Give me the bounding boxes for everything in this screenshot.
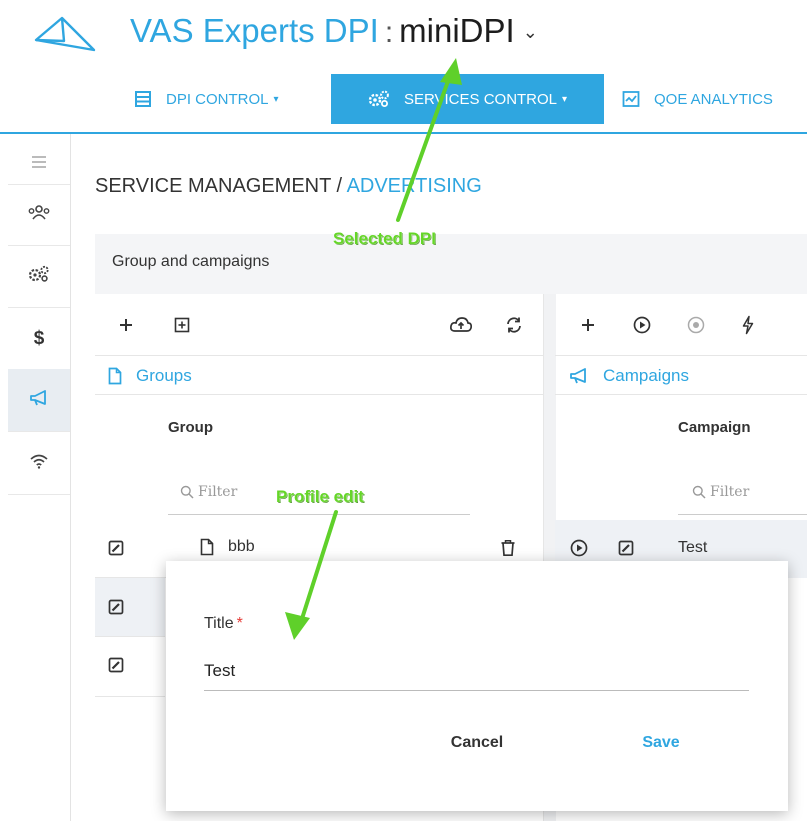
groups-label-text: Groups (136, 366, 192, 385)
selected-dpi-name[interactable]: miniDPI (399, 12, 515, 49)
chart-icon (622, 90, 640, 108)
add-campaign-icon[interactable] (576, 313, 600, 337)
file-icon (108, 367, 122, 385)
menu-icon[interactable] (8, 140, 70, 184)
campaign-name[interactable]: Test (678, 539, 707, 557)
title-field-label: Title * (204, 615, 243, 633)
annotation-profile-edit: Profile edit (276, 487, 364, 506)
divider (95, 636, 165, 637)
caret-down-icon: ▾ (562, 93, 568, 105)
groups-section-label: Groups (108, 366, 192, 386)
edit-icon[interactable] (104, 595, 128, 619)
edit-icon[interactable] (104, 653, 128, 677)
filter-underline (678, 514, 807, 515)
gears-icon (28, 265, 50, 288)
title-input[interactable] (204, 652, 749, 691)
file-icon (200, 538, 214, 556)
top-nav: DPI CONTROL ▾ SERVICES CONTROL ▾ QOE ANA… (0, 74, 807, 126)
dollar-icon: $ (33, 328, 45, 349)
chevron-down-icon[interactable]: ⌄ (523, 22, 538, 43)
server-icon (134, 90, 152, 108)
caret-down-icon: ▾ (273, 93, 279, 105)
nav-qoe-analytics[interactable]: QOE ANALYTICS (622, 74, 773, 124)
add-group-icon[interactable] (114, 313, 138, 337)
list-item[interactable]: bbb (200, 538, 255, 556)
sidebar-item-billing[interactable]: $ (8, 308, 70, 371)
campaign-column-header[interactable]: Campaign (678, 419, 751, 436)
lightning-icon[interactable] (736, 313, 760, 337)
required-marker: * (236, 615, 243, 632)
nav-services-control[interactable]: SERVICES CONTROL ▾ (331, 74, 604, 124)
search-icon (180, 485, 194, 499)
save-button[interactable]: Save (630, 728, 692, 758)
filter-placeholder: Filter (710, 484, 750, 500)
paper-plane-logo-icon (34, 16, 96, 52)
nav-label: QOE ANALYTICS (654, 90, 773, 108)
left-sidebar: $ (8, 140, 71, 821)
divider (555, 394, 807, 395)
sidebar-item-advertising[interactable] (8, 369, 70, 432)
filter-placeholder: Filter (198, 484, 238, 500)
refresh-icon[interactable] (502, 313, 526, 337)
group-filter-input[interactable]: Filter (180, 484, 237, 500)
nav-label: SERVICES CONTROL (403, 90, 558, 108)
campaigns-section-label: Campaigns (569, 366, 689, 386)
nav-label: DPI CONTROL (166, 90, 269, 108)
edit-icon[interactable] (614, 536, 638, 560)
breadcrumb-parent[interactable]: SERVICE MANAGEMENT (95, 175, 331, 197)
cancel-button[interactable]: Cancel (440, 728, 514, 758)
nav-dpi-control[interactable]: DPI CONTROL ▾ (134, 74, 279, 124)
breadcrumb: SERVICE MANAGEMENT / ADVERTISING (95, 175, 482, 198)
filter-underline (168, 514, 470, 515)
edit-icon[interactable] (104, 536, 128, 560)
add-subgroup-icon[interactable] (170, 313, 194, 337)
play-icon[interactable] (630, 313, 654, 337)
breadcrumb-separator: / (330, 175, 347, 197)
title-label-text: Title (204, 615, 234, 632)
product-title: VAS Experts DPI (130, 12, 379, 49)
users-icon (27, 204, 51, 227)
title-separator: : (384, 16, 394, 49)
play-icon[interactable] (567, 536, 591, 560)
nav-underline (0, 132, 807, 134)
divider (95, 355, 543, 356)
cloud-upload-icon[interactable] (449, 313, 473, 337)
gears-icon (368, 90, 390, 108)
annotation-selected-dpi: Selected DPI (333, 229, 436, 248)
megaphone-icon (29, 389, 49, 412)
stop-icon[interactable] (684, 313, 708, 337)
app-title[interactable]: VAS Experts DPI: miniDPI ⌄ (130, 12, 538, 50)
panel-title: Group and campaigns (112, 253, 270, 270)
campaign-filter-input[interactable]: Filter (692, 484, 749, 500)
group-column-header[interactable]: Group (168, 419, 213, 436)
campaigns-label-text: Campaigns (603, 366, 689, 385)
sidebar-item-services[interactable] (8, 245, 70, 308)
divider (555, 355, 807, 356)
group-name: bbb (228, 538, 255, 555)
divider (95, 394, 543, 395)
sidebar-item-wifi[interactable] (8, 432, 70, 495)
megaphone-icon (569, 367, 589, 385)
trash-icon[interactable] (496, 536, 520, 560)
search-icon (692, 485, 706, 499)
breadcrumb-current: ADVERTISING (346, 175, 482, 197)
sidebar-divider (70, 134, 71, 821)
divider (95, 696, 165, 697)
sidebar-item-users[interactable] (8, 184, 70, 246)
wifi-icon (29, 452, 49, 475)
